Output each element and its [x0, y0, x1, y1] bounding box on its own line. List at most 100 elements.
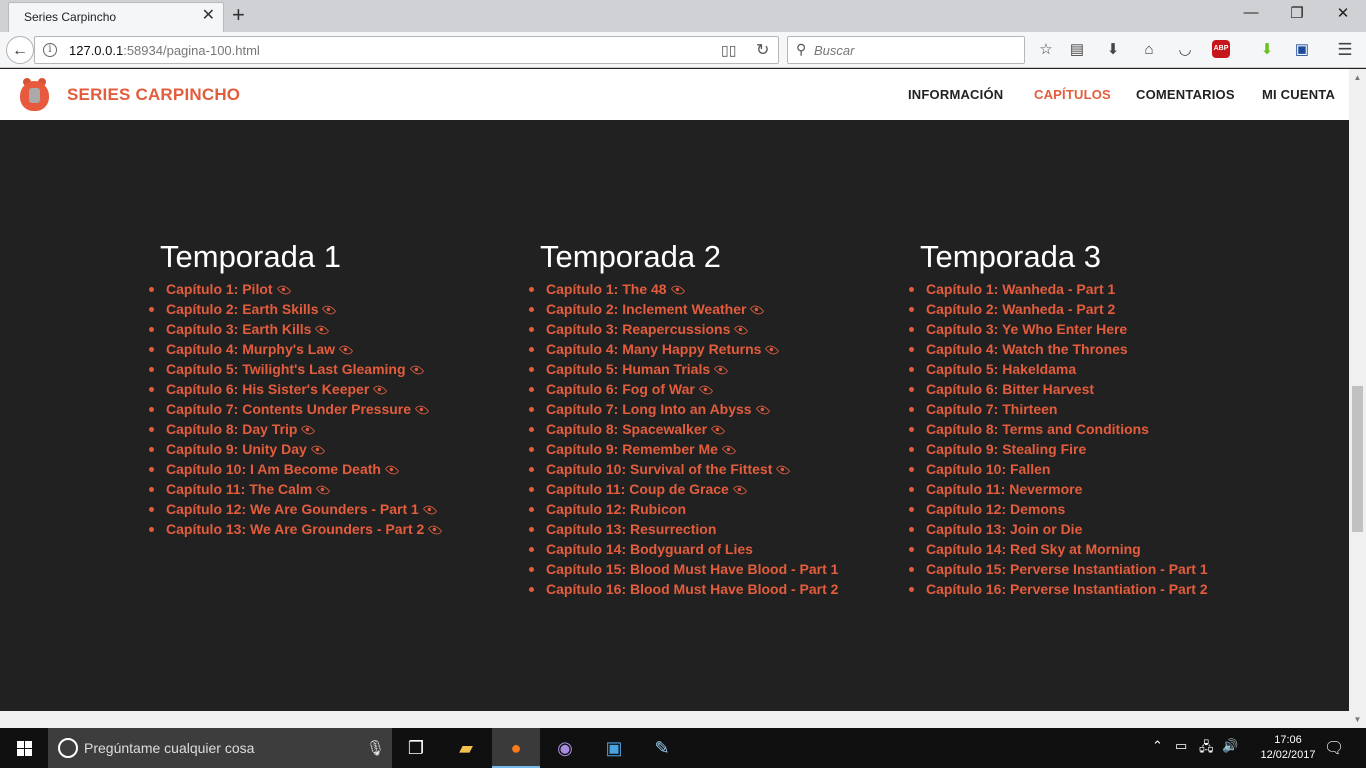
episode-link[interactable]: Capítulo 1: Wanheda - Part 1: [926, 281, 1115, 297]
capybara-logo-icon[interactable]: [20, 78, 49, 111]
search-bar[interactable]: ⚲: [787, 36, 1025, 64]
episode-link[interactable]: Capítulo 7: Long Into an Abyss: [546, 401, 770, 418]
episode-link[interactable]: Capítulo 15: Blood Must Have Blood - Par…: [546, 561, 838, 577]
microphone-icon[interactable]: 🎙: [366, 739, 385, 757]
episode-link[interactable]: Capítulo 7: Thirteen: [926, 401, 1057, 417]
episode-link[interactable]: Capítulo 12: Rubicon: [546, 501, 686, 517]
download-helper-icon[interactable]: ⬇: [1257, 41, 1277, 59]
episode-link[interactable]: Capítulo 13: We Are Grounders - Part 2: [166, 521, 443, 538]
menu-item-comentarios[interactable]: COMENTARIOS: [1136, 87, 1235, 102]
episode-link[interactable]: Capítulo 11: The Calm: [166, 481, 331, 498]
downloads-icon[interactable]: ⬇: [1103, 41, 1123, 59]
bookmark-star-icon[interactable]: ☆: [1036, 41, 1056, 59]
clock-time: 17:06: [1274, 734, 1302, 746]
new-tab-button[interactable]: +: [232, 3, 245, 27]
episode-link[interactable]: Capítulo 6: Fog of War: [546, 381, 714, 398]
adblock-plus-icon[interactable]: ABP: [1212, 40, 1230, 58]
episode-link[interactable]: Capítulo 13: Join or Die: [926, 521, 1082, 537]
pocket-icon[interactable]: ◡: [1175, 41, 1195, 59]
volume-icon[interactable]: 🔊: [1222, 738, 1238, 754]
clock[interactable]: 17:06 12/02/2017: [1258, 733, 1318, 763]
episode-link[interactable]: Capítulo 15: Perverse Instantiation - Pa…: [926, 561, 1208, 577]
episode-link[interactable]: Capítulo 3: Reapercussions: [546, 321, 749, 338]
episode-item: Capítulo 13: Join or Die: [898, 519, 1258, 539]
episode-link[interactable]: Capítulo 16: Perverse Instantiation - Pa…: [926, 581, 1208, 597]
menu-icon[interactable]: ☰: [1335, 41, 1355, 59]
episode-link[interactable]: Capítulo 10: Fallen: [926, 461, 1050, 477]
reload-icon[interactable]: ↻: [756, 40, 769, 60]
scrollbar-thumb[interactable]: [1352, 386, 1363, 532]
cortana-search-box[interactable]: 🎙: [48, 728, 392, 768]
episode-link[interactable]: Capítulo 14: Bodyguard of Lies: [546, 541, 753, 557]
episode-link[interactable]: Capítulo 6: His Sister's Keeper: [166, 381, 388, 398]
brand-link[interactable]: SERIES CARPINCHO: [67, 85, 240, 105]
episode-link[interactable]: Capítulo 4: Many Happy Returns: [546, 341, 780, 358]
episode-link[interactable]: Capítulo 8: Day Trip: [166, 421, 316, 438]
blue-app-icon[interactable]: ▣: [590, 728, 638, 768]
episode-link[interactable]: Capítulo 5: Human Trials: [546, 361, 729, 378]
window-close-icon[interactable]: ✕: [1320, 4, 1366, 22]
episode-link[interactable]: Capítulo 2: Inclement Weather: [546, 301, 765, 318]
episode-link[interactable]: Capítulo 7: Contents Under Pressure: [166, 401, 430, 418]
battery-icon[interactable]: ▭: [1175, 738, 1187, 754]
info-icon[interactable]: i: [43, 43, 57, 57]
maximize-icon[interactable]: ❐: [1274, 4, 1320, 22]
menu-item-capitulos[interactable]: CAPÍTULOS: [1034, 87, 1111, 102]
episode-link[interactable]: Capítulo 6: Bitter Harvest: [926, 381, 1094, 397]
episode-link[interactable]: Capítulo 3: Earth Kills: [166, 321, 330, 338]
episode-link[interactable]: Capítulo 4: Watch the Thrones: [926, 341, 1128, 357]
firefox-icon[interactable]: ●: [492, 728, 540, 768]
home-icon[interactable]: ⌂: [1139, 41, 1159, 59]
episode-link[interactable]: Capítulo 1: Pilot: [166, 281, 291, 298]
episode-link[interactable]: Capítulo 16: Blood Must Have Blood - Par…: [546, 581, 838, 597]
start-button[interactable]: [0, 728, 48, 768]
episode-link[interactable]: Capítulo 12: Demons: [926, 501, 1065, 517]
chevron-up-icon[interactable]: ⌃: [1152, 738, 1163, 754]
menu-item-mi-cuenta[interactable]: MI CUENTA: [1262, 87, 1335, 102]
reader-view-icon[interactable]: ▯▯: [721, 42, 736, 59]
episode-link[interactable]: Capítulo 9: Remember Me: [546, 441, 737, 458]
episode-link[interactable]: Capítulo 3: Ye Who Enter Here: [926, 321, 1127, 337]
episode-link[interactable]: Capítulo 2: Earth Skills: [166, 301, 337, 318]
scroll-up-icon[interactable]: ▲: [1349, 69, 1366, 86]
episode-link[interactable]: Capítulo 5: Hakeldama: [926, 361, 1076, 377]
episode-link[interactable]: Capítulo 8: Spacewalker: [546, 421, 726, 438]
browser-tab[interactable]: Series Carpincho ✕: [8, 2, 224, 32]
episode-link[interactable]: Capítulo 14: Red Sky at Morning: [926, 541, 1141, 557]
address-bar[interactable]: i 127.0.0.1:58934/pagina-100.html ▯▯ ↻: [34, 36, 779, 64]
extension-icon[interactable]: ▣: [1292, 41, 1312, 59]
paint-icon[interactable]: ✎: [638, 728, 686, 768]
episode-link[interactable]: Capítulo 9: Unity Day: [166, 441, 326, 458]
episode-link[interactable]: Capítulo 11: Coup de Grace: [546, 481, 748, 498]
search-input[interactable]: [814, 39, 1014, 61]
episode-link[interactable]: Capítulo 9: Stealing Fire: [926, 441, 1086, 457]
episode-item: Capítulo 10: Fallen: [898, 459, 1258, 479]
library-icon[interactable]: ▤: [1067, 41, 1087, 59]
minimize-icon[interactable]: —: [1228, 4, 1274, 21]
episode-link[interactable]: Capítulo 10: Survival of the Fittest: [546, 461, 791, 478]
vertical-scrollbar[interactable]: ▲ ▼: [1349, 69, 1366, 728]
back-button[interactable]: ←: [6, 36, 34, 64]
scroll-down-icon[interactable]: ▼: [1349, 711, 1366, 728]
cortana-search-input[interactable]: [84, 737, 354, 759]
site-header: SERIES CARPINCHO INFORMACIÓN CAPÍTULOS C…: [0, 69, 1349, 120]
horizontal-scrollbar[interactable]: [0, 711, 1349, 728]
task-view-icon[interactable]: ❐: [392, 728, 440, 768]
season-title: Temporada 3: [920, 239, 1101, 274]
purple-app-icon[interactable]: ◉: [541, 728, 589, 768]
notifications-icon[interactable]: 🗨: [1324, 738, 1344, 758]
episode-link[interactable]: Capítulo 5: Twilight's Last Gleaming: [166, 361, 424, 378]
episode-link[interactable]: Capítulo 12: We Are Gounders - Part 1: [166, 501, 438, 518]
episode-link[interactable]: Capítulo 1: The 48: [546, 281, 685, 298]
close-tab-icon[interactable]: ✕: [202, 7, 215, 25]
episode-link[interactable]: Capítulo 11: Nevermore: [926, 481, 1082, 497]
episode-link[interactable]: Capítulo 10: I Am Become Death: [166, 461, 400, 478]
url-text[interactable]: 127.0.0.1:58934/pagina-100.html: [69, 43, 260, 58]
episode-link[interactable]: Capítulo 4: Murphy's Law: [166, 341, 354, 358]
network-icon[interactable]: 🖧: [1199, 738, 1214, 760]
file-explorer-icon[interactable]: ▰: [442, 728, 490, 768]
menu-item-informacion[interactable]: INFORMACIÓN: [908, 87, 1003, 102]
episode-link[interactable]: Capítulo 8: Terms and Conditions: [926, 421, 1149, 437]
episode-link[interactable]: Capítulo 13: Resurrection: [546, 521, 716, 537]
episode-link[interactable]: Capítulo 2: Wanheda - Part 2: [926, 301, 1115, 317]
